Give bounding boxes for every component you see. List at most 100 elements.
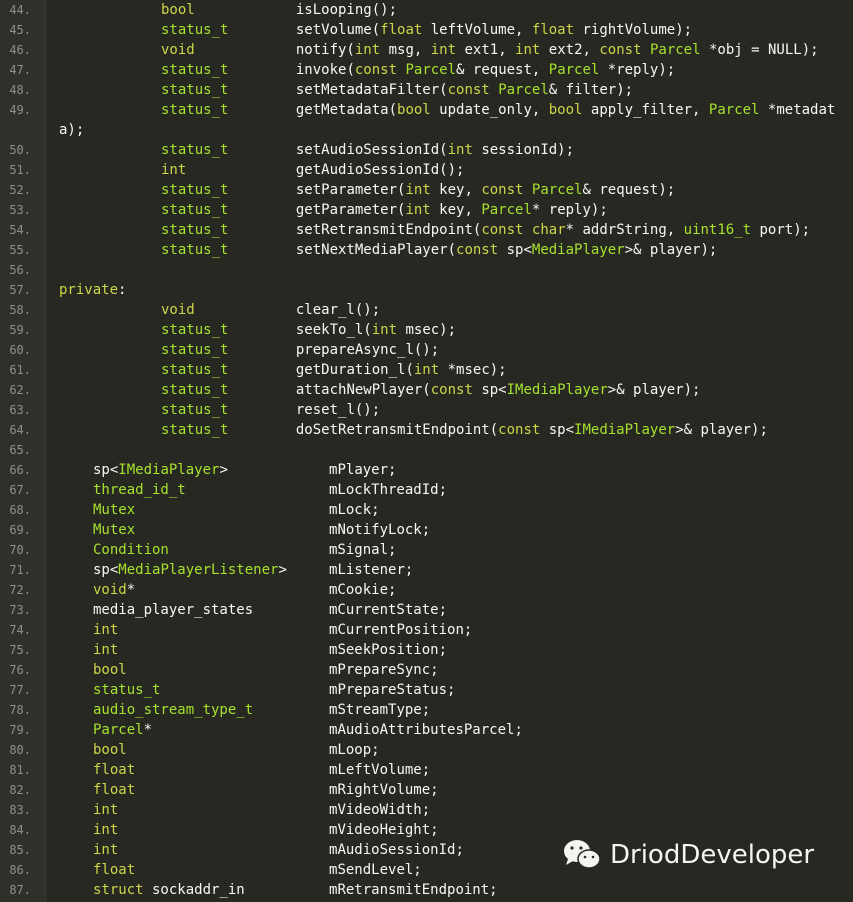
- code-text: status_t setRetransmitEndpoint(const cha…: [161, 220, 810, 240]
- keyword-token: int: [371, 322, 398, 338]
- code-line: 62. status_t attachNewPlayer(const sp<IMe…: [0, 380, 853, 400]
- code-text: void clear_l();: [161, 300, 380, 320]
- code-text: int mVideoHeight;: [93, 820, 439, 840]
- code-text: a);: [59, 120, 84, 140]
- code-line: a);: [0, 120, 853, 140]
- keyword-token: int: [93, 842, 119, 858]
- watermark: DriodDeveloper: [562, 838, 814, 872]
- type-token: status_t: [93, 682, 161, 698]
- line-number: 66.: [9, 463, 31, 477]
- code-text: status_t getDuration_l(int *msec);: [161, 360, 507, 380]
- line-number: 44.: [9, 3, 31, 17]
- line-number: 45.: [9, 23, 31, 37]
- code-token: mVideoWidth;: [118, 802, 431, 818]
- keyword-token: const: [447, 82, 490, 98]
- keyword-token: int: [354, 42, 381, 58]
- code-text: private:: [59, 280, 126, 300]
- code-token: sp<: [540, 422, 575, 438]
- code-token: leftVolume,: [422, 22, 532, 38]
- line-number: 73.: [9, 603, 31, 617]
- code-line: 74. int mCurrentPosition;: [0, 620, 853, 640]
- line-number: 55.: [9, 243, 31, 257]
- keyword-token: float: [531, 22, 575, 38]
- type-token: status_t: [161, 222, 229, 238]
- code-token: msec);: [397, 322, 457, 338]
- keyword-token: const: [354, 62, 398, 78]
- code-token: getDuration_l(: [228, 362, 414, 378]
- line-number: 59.: [9, 323, 31, 337]
- code-token: >& player);: [624, 242, 718, 258]
- code-text: int getAudioSessionId();: [161, 160, 464, 180]
- code-text: int mSeekPosition;: [93, 640, 447, 660]
- code-line: 63. status_t reset_l();: [0, 400, 853, 420]
- code-token: mLock;: [135, 502, 380, 518]
- line-number: 67.: [9, 483, 31, 497]
- code-line: 81. float mLeftVolume;: [0, 760, 853, 780]
- code-token: *obj = NULL);: [700, 42, 819, 58]
- type-token: Parcel: [708, 102, 760, 118]
- type-token: status_t: [161, 62, 229, 78]
- line-number: 75.: [9, 643, 31, 657]
- watermark-text: DriodDeveloper: [610, 840, 815, 870]
- code-token: port);: [751, 222, 811, 238]
- code-token: setMetadataFilter(: [228, 82, 448, 98]
- code-text: status_t mPrepareStatus;: [93, 680, 455, 700]
- type-token: status_t: [161, 142, 229, 158]
- type-token: Parcel: [481, 202, 532, 218]
- keyword-token: int: [405, 182, 431, 198]
- keyword-token: void: [161, 302, 195, 318]
- keyword-token: char: [531, 222, 566, 238]
- type-token: Mutex: [93, 502, 136, 518]
- line-number: 68.: [9, 503, 31, 517]
- code-token: getAudioSessionId();: [186, 162, 465, 178]
- line-number: 62.: [9, 383, 31, 397]
- line-number: 60.: [9, 343, 31, 357]
- keyword-token: const: [481, 182, 524, 198]
- code-text: status_t setMetadataFilter(const Parcel&…: [161, 80, 633, 100]
- keyword-token: const: [456, 242, 499, 258]
- type-token: IMediaPlayer: [506, 382, 608, 398]
- code-text: float mRightVolume;: [93, 780, 439, 800]
- type-token: status_t: [161, 22, 229, 38]
- code-token: :: [118, 282, 127, 298]
- line-number: 51.: [9, 163, 31, 177]
- keyword-token: const: [498, 422, 541, 438]
- code-line: 51. int getAudioSessionId();: [0, 160, 853, 180]
- code-line: 80. bool mLoop;: [0, 740, 853, 760]
- type-token: MediaPlayerListener: [118, 562, 279, 578]
- type-token: Parcel: [649, 42, 701, 58]
- keyword-token: float: [93, 762, 136, 778]
- keyword-token: int: [161, 162, 187, 178]
- code-token: sessionId);: [472, 142, 575, 158]
- code-line: 73. media_player_states mCurrentState;: [0, 600, 853, 620]
- line-number: 52.: [9, 183, 31, 197]
- code-token: setRetransmitEndpoint(: [228, 222, 482, 238]
- code-area[interactable]: 44. bool isLooping(); 45. status_t setVolum…: [0, 0, 853, 900]
- code-text: int mCurrentPosition;: [93, 620, 472, 640]
- code-token: mPrepareStatus;: [160, 682, 456, 698]
- code-line: 84. int mVideoHeight;: [0, 820, 853, 840]
- line-number: 53.: [9, 203, 31, 217]
- code-text: status_t reset_l();: [161, 400, 380, 420]
- code-token: * addrString,: [565, 222, 684, 238]
- type-token: Mutex: [93, 522, 136, 538]
- keyword-token: int: [93, 802, 119, 818]
- code-text: sp<MediaPlayerListener> mListener;: [93, 560, 413, 580]
- code-text: status_t doSetRetransmitEndpoint(const s…: [161, 420, 768, 440]
- code-token: mStreamType;: [253, 702, 431, 718]
- code-text: float mSendLevel;: [93, 860, 422, 880]
- code-text: void notify(int msg, int ext1, int ext2,…: [161, 40, 819, 60]
- type-token: status_t: [161, 402, 229, 418]
- line-number: 61.: [9, 363, 31, 377]
- code-token: sockaddr_in mRetransmitEndpoint;: [143, 882, 498, 898]
- code-line: 69. Mutex mNotifyLock;: [0, 520, 853, 540]
- code-token: mCurrentPosition;: [118, 622, 473, 638]
- code-text: status_t setParameter(int key, const Par…: [161, 180, 675, 200]
- line-number: 79.: [9, 723, 31, 737]
- code-line: 70. Condition mSignal;: [0, 540, 853, 560]
- code-line: 77. status_t mPrepareStatus;: [0, 680, 853, 700]
- code-token: mPrepareSync;: [126, 662, 439, 678]
- code-token: setParameter(: [228, 182, 406, 198]
